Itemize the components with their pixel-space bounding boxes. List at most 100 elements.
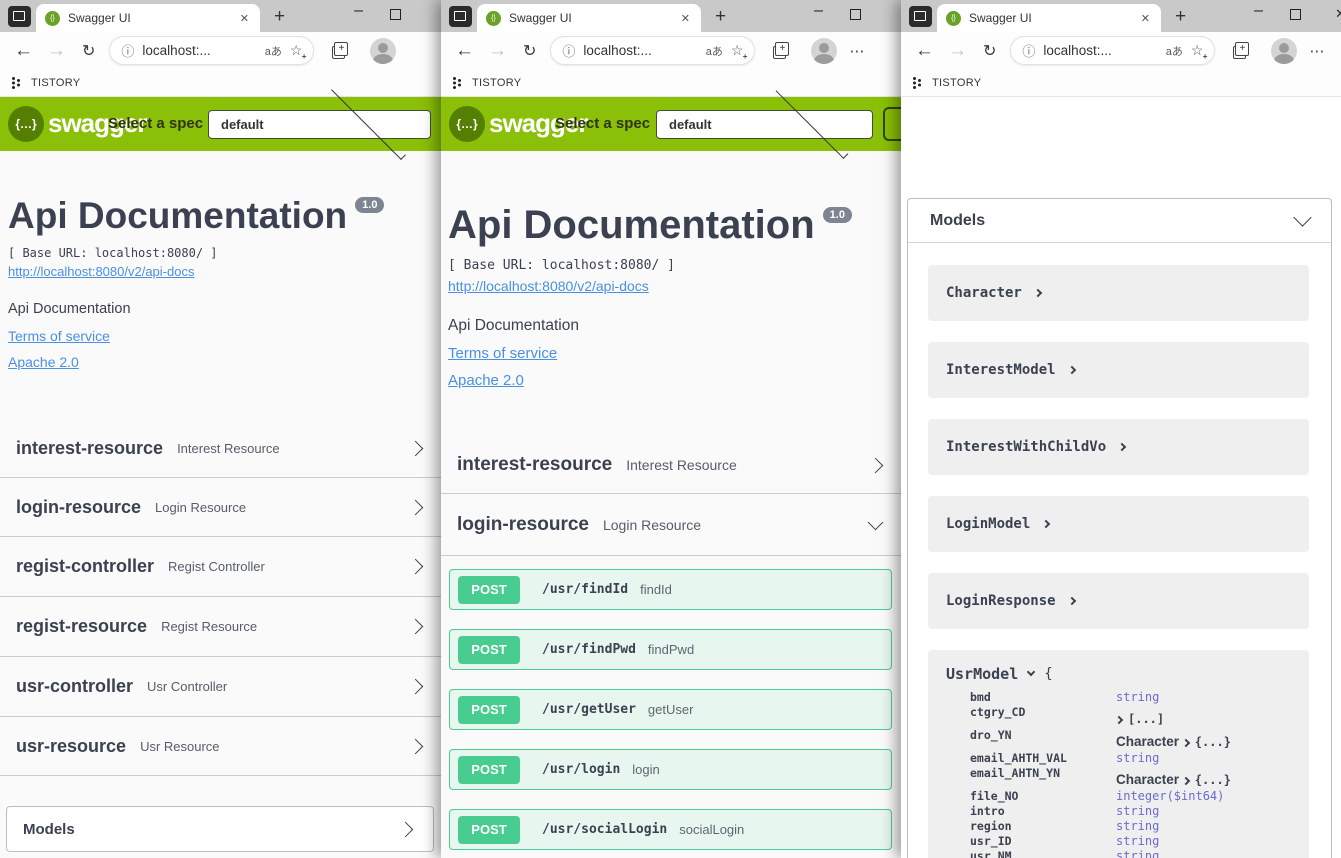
tag-usr-resource[interactable]: usr-resource Usr Resource (0, 717, 441, 776)
refresh-icon[interactable]: ↻ (983, 41, 996, 61)
tag-regist-controller[interactable]: regist-controller Regist Controller (0, 537, 441, 597)
models-section: Models Character InterestModel InterestW… (907, 198, 1332, 858)
new-tab-button[interactable]: + (1175, 6, 1186, 28)
tag-interest-resource[interactable]: interest-resource Interest Resource (441, 437, 901, 494)
minimize-button[interactable]: – (1254, 2, 1263, 20)
spec-select[interactable]: default (208, 85, 431, 160)
swagger-favicon-icon: {} (45, 10, 60, 26)
version-badge: 1.0 (355, 197, 385, 213)
window-titlebar[interactable]: {} Swagger UI ✕ + – (441, 0, 901, 32)
tag-login-resource-expanded[interactable]: login-resource Login Resource (441, 494, 901, 556)
maximize-button[interactable] (850, 9, 861, 20)
collections-icon[interactable] (1233, 42, 1250, 59)
new-tab-button[interactable]: + (274, 6, 285, 28)
swagger-logo-icon: {…} (8, 106, 44, 142)
url-text[interactable]: localhost:... (1043, 43, 1157, 58)
model-loginmodel[interactable]: LoginModel (928, 496, 1309, 552)
refresh-icon[interactable]: ↻ (523, 41, 536, 61)
translate-icon[interactable]: aあ (265, 43, 282, 59)
back-icon[interactable]: ← (455, 40, 474, 62)
settings-more-icon[interactable]: ⋯ (849, 42, 864, 60)
workspace-icon[interactable] (8, 6, 31, 27)
collections-icon[interactable] (773, 42, 790, 59)
forward-icon[interactable]: → (488, 40, 507, 62)
operation-post-getUser[interactable]: POST /usr/getUser getUser (449, 689, 892, 730)
model-interestwithchildvo[interactable]: InterestWithChildVo (928, 419, 1309, 475)
tag-regist-resource[interactable]: regist-resource Regist Resource (0, 597, 441, 657)
tistory-favicon (453, 76, 463, 89)
window-titlebar[interactable]: {} Swagger UI ✕ + – ✕ (901, 0, 1341, 32)
workspace-icon[interactable] (909, 6, 932, 27)
minimize-button[interactable]: – (814, 2, 823, 20)
refresh-icon[interactable]: ↻ (82, 41, 95, 61)
version-badge: 1.0 (822, 207, 852, 223)
minimize-button[interactable]: – (354, 2, 363, 20)
terms-link[interactable]: Terms of service (448, 345, 557, 362)
close-button[interactable]: ✕ (1335, 6, 1341, 22)
license-link[interactable]: Apache 2.0 (448, 372, 524, 389)
chevron-down-icon (1293, 207, 1312, 227)
bookmark-tistory[interactable]: TISTORY (932, 77, 981, 89)
url-text[interactable]: localhost:... (142, 43, 256, 58)
chevron-down-icon (331, 85, 406, 160)
tag-interest-resource[interactable]: interest-resource Interest Resource (0, 419, 441, 478)
tag-usr-controller[interactable]: usr-controller Usr Controller (0, 657, 441, 717)
favorite-icon[interactable]: ☆ + (731, 42, 748, 61)
site-info-icon[interactable]: ⓘ (1022, 41, 1035, 60)
usrmodel-header[interactable]: UsrModel { (946, 665, 1299, 683)
forward-icon[interactable]: → (948, 40, 967, 62)
api-docs-link[interactable]: http://localhost:8080/v2/api-docs (8, 264, 194, 279)
window-titlebar[interactable]: {} Swagger UI ✕ + – (0, 0, 441, 32)
profile-avatar[interactable] (370, 37, 397, 64)
settings-more-icon[interactable]: ⋯ (1309, 42, 1324, 60)
new-tab-button[interactable]: + (715, 6, 726, 28)
models-section-header[interactable]: Models (6, 806, 434, 852)
chevron-right-icon (407, 738, 424, 754)
profile-avatar[interactable] (811, 37, 838, 64)
bookmark-tistory[interactable]: TISTORY (31, 77, 80, 89)
license-link[interactable]: Apache 2.0 (8, 354, 79, 370)
site-info-icon[interactable]: ⓘ (121, 41, 134, 60)
operation-post-socialLogin[interactable]: POST /usr/socialLogin socialLogin (449, 809, 892, 850)
tab-close-icon[interactable]: ✕ (238, 12, 251, 25)
explore-button-partial[interactable] (883, 107, 901, 141)
chevron-right-icon (407, 558, 424, 575)
site-info-icon[interactable]: ⓘ (562, 41, 575, 60)
browser-window-left: {} Swagger UI ✕ + – ← → ↻ ⓘ localhost:..… (0, 0, 441, 858)
address-bar[interactable]: ⓘ localhost:... aあ ☆ + (550, 36, 756, 65)
translate-icon[interactable]: aあ (706, 43, 723, 59)
operation-post-findPwd[interactable]: POST /usr/findPwd findPwd (449, 629, 892, 670)
tistory-favicon (913, 76, 923, 89)
favorite-icon[interactable]: ☆ + (1191, 42, 1208, 61)
tab-close-icon[interactable]: ✕ (1139, 12, 1152, 25)
api-docs-link[interactable]: http://localhost:8080/v2/api-docs (448, 278, 649, 294)
collections-icon[interactable] (332, 42, 349, 59)
workspace-icon[interactable] (449, 6, 472, 27)
terms-link[interactable]: Terms of service (8, 328, 110, 344)
url-text[interactable]: localhost:... (583, 43, 697, 58)
address-bar[interactable]: ⓘ localhost:... aあ ☆ + (1010, 36, 1216, 65)
browser-tab[interactable]: {} Swagger UI ✕ (937, 4, 1161, 32)
back-icon[interactable]: ← (14, 40, 33, 62)
operation-post-login[interactable]: POST /usr/login login (449, 749, 892, 790)
browser-tab[interactable]: {} Swagger UI ✕ (36, 4, 260, 32)
favorite-icon[interactable]: ☆ + (290, 42, 307, 61)
maximize-button[interactable] (390, 9, 401, 20)
operation-post-findId[interactable]: POST /usr/findId findId (449, 569, 892, 610)
address-bar[interactable]: ⓘ localhost:... aあ ☆ + (109, 36, 315, 65)
model-interestmodel[interactable]: InterestModel (928, 342, 1309, 398)
tab-close-icon[interactable]: ✕ (679, 12, 692, 25)
forward-icon[interactable]: → (47, 40, 66, 62)
models-section-header[interactable]: Models (908, 199, 1331, 243)
browser-tab[interactable]: {} Swagger UI ✕ (477, 4, 701, 32)
translate-icon[interactable]: aあ (1166, 43, 1183, 59)
swagger-topbar: {…} swagger Select a spec default (0, 85, 441, 160)
tag-login-resource[interactable]: login-resource Login Resource (0, 478, 441, 537)
spec-select[interactable]: default (656, 86, 873, 159)
model-loginresponse[interactable]: LoginResponse (928, 573, 1309, 629)
maximize-button[interactable] (1290, 9, 1301, 20)
profile-avatar[interactable] (1271, 37, 1298, 64)
back-icon[interactable]: ← (915, 40, 934, 62)
model-character[interactable]: Character (928, 265, 1309, 321)
bookmark-tistory[interactable]: TISTORY (472, 77, 521, 89)
